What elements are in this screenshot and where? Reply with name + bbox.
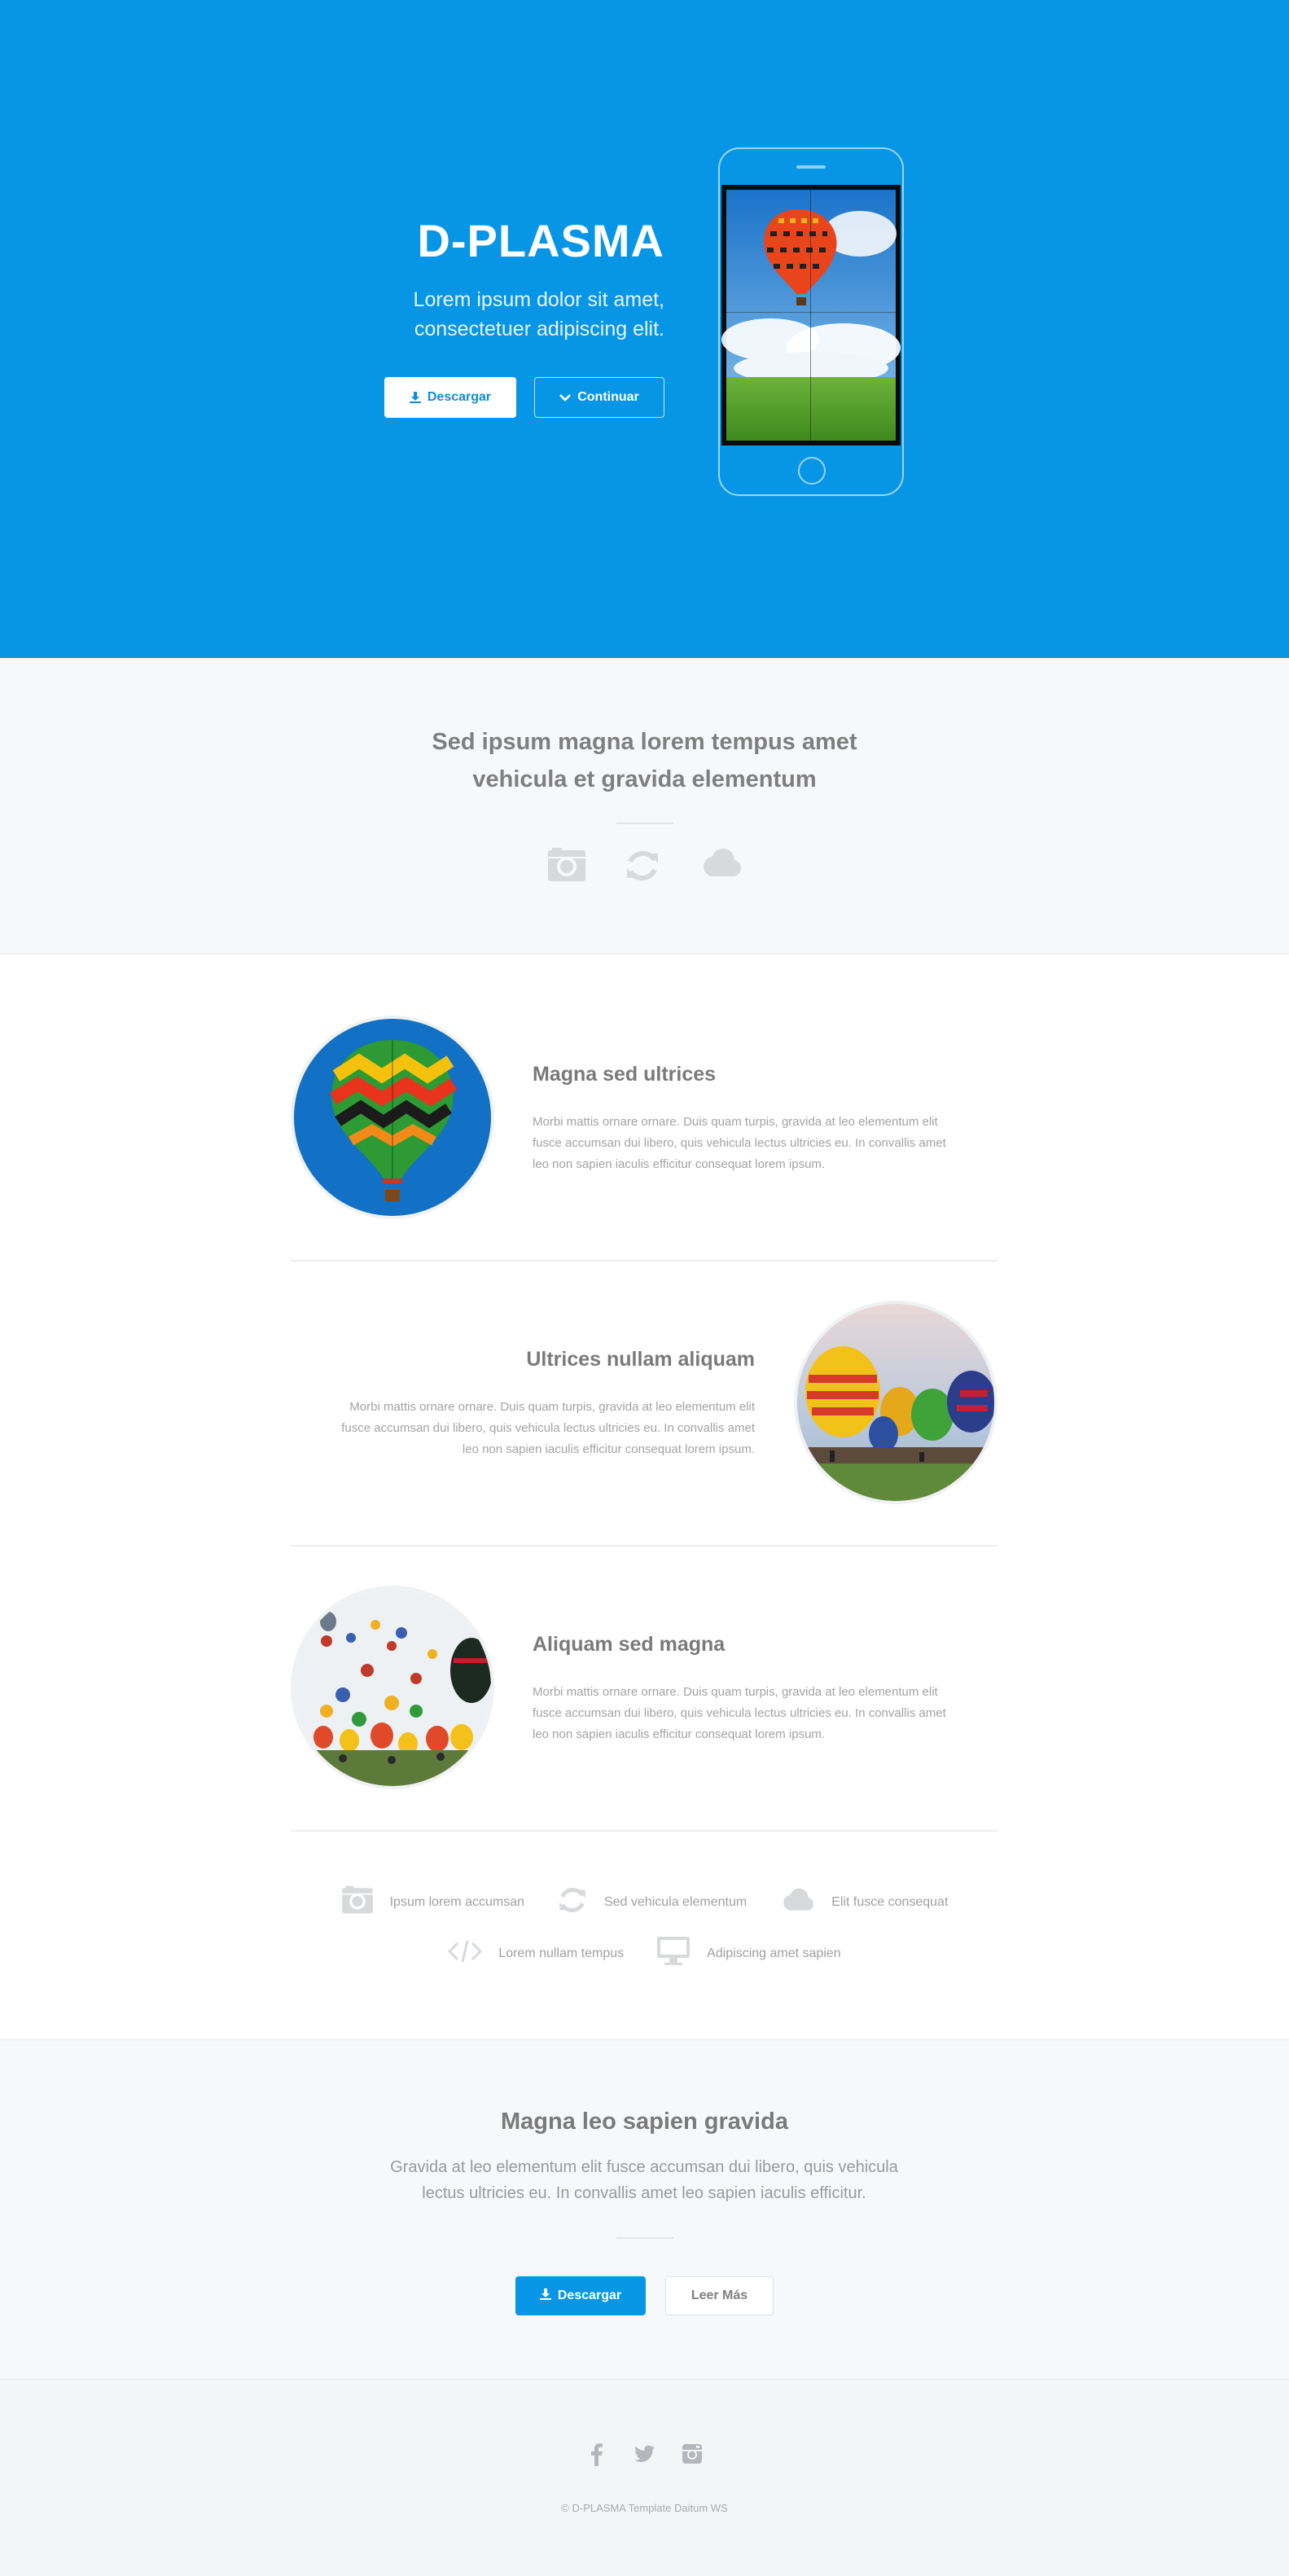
cta-body-line2: lectus ultricies eu. In convallis amet l…	[422, 2184, 866, 2202]
mini-feature-3: Elit fusce consequat	[779, 1887, 948, 1917]
feature-3-image	[291, 1586, 494, 1789]
feature-1-body-line1: Morbi mattis ornare ornare. Duis quam tu…	[533, 1115, 938, 1129]
intro-title-line2: vehicula et gravida elementum	[472, 766, 817, 792]
cta-title: Magna leo sapien gravida	[501, 2109, 788, 2135]
camera-icon	[547, 847, 586, 889]
feature-3-text: Aliquam sed magna Morbi mattis ornare or…	[533, 1631, 997, 1745]
hero-download-button[interactable]: Descargar	[384, 377, 516, 418]
hero-subtitle-line2: consectetuer adipiscing elit.	[414, 318, 664, 340]
feature-3: Aliquam sed magna Morbi mattis ornare or…	[291, 1586, 997, 1789]
phone-mockup	[718, 147, 904, 496]
feature-2-body: Morbi mattis ornare ornare. Duis quam tu…	[291, 1397, 755, 1460]
feature-3-body: Morbi mattis ornare ornare. Duis quam tu…	[533, 1682, 997, 1745]
cta-body: Gravida at leo elementum elit fusce accu…	[359, 2154, 929, 2206]
feature-2-body-line3: leo non sapien iaculis efficitur consequ…	[462, 1442, 755, 1456]
hero-buttons: Descargar Continuar	[384, 377, 664, 418]
feature-2-text: Ultrices nullam aliquam Morbi mattis orn…	[291, 1346, 755, 1460]
intro-icon-row	[0, 847, 1289, 889]
refresh-icon	[557, 1885, 588, 1920]
feature-1-title: Magna sed ultrices	[533, 1063, 717, 1086]
balloon-sky-image	[721, 190, 901, 441]
feature-1-body-line3: leo non sapien iaculis efficitur consequ…	[533, 1157, 826, 1171]
hero-subtitle-line1: Lorem ipsum dolor sit amet,	[413, 288, 664, 311]
feature-2-body-line1: Morbi mattis ornare ornare. Duis quam tu…	[349, 1400, 755, 1414]
balloon-image-1	[294, 1019, 491, 1216]
cta-divider	[616, 2237, 673, 2239]
feature-2: Ultrices nullam aliquam Morbi mattis orn…	[291, 1301, 997, 1504]
intro-title: Sed ipsum magna lorem tempus amet vehicu…	[0, 723, 1289, 798]
cta-section: Magna leo sapien gravida Gravida at leo …	[0, 2039, 1289, 2380]
feature-divider-2	[291, 1545, 997, 1547]
read-more-label: Leer Más	[691, 2289, 748, 2302]
feature-3-title: Aliquam sed magna	[533, 1633, 726, 1656]
hero-continue-label: Continuar	[577, 390, 639, 404]
feature-2-image	[794, 1301, 997, 1504]
balloon-image-2	[797, 1304, 994, 1501]
hero-subtitle: Lorem ipsum dolor sit amet, consectetuer…	[358, 285, 664, 344]
cloud-icon	[779, 1887, 815, 1917]
download-icon	[539, 2288, 551, 2304]
feature-divider-3	[291, 1830, 997, 1832]
hero-download-label: Descargar	[427, 390, 492, 404]
cta-download-label: Descargar	[557, 2289, 622, 2302]
feature-2-body-line2: fusce accumsan dui libero, quis vehicula…	[341, 1421, 755, 1435]
chevron-down-icon	[559, 393, 572, 402]
feature-1: Magna sed ultrices Morbi mattis ornare o…	[291, 1016, 997, 1219]
feature-1-image	[291, 1016, 494, 1219]
feature-1-body-line2: fusce accumsan dui libero, quis vehicula…	[533, 1136, 946, 1150]
phone-home-button	[798, 457, 826, 485]
feature-2-title: Ultrices nullam aliquam	[526, 1348, 755, 1371]
desktop-icon	[656, 1936, 691, 1971]
intro-divider	[616, 823, 673, 824]
mini-feature-3-label: Elit fusce consequat	[831, 1894, 949, 1909]
download-icon	[409, 392, 421, 403]
phone-screen	[721, 185, 901, 445]
mini-feature-2: Sed vehicula elementum	[557, 1885, 747, 1920]
mini-feature-2-label: Sed vehicula elementum	[603, 1894, 748, 1909]
hero-section: D-PLASMA Lorem ipsum dolor sit amet, con…	[0, 0, 1289, 658]
intro-section: Sed ipsum magna lorem tempus amet vehicu…	[0, 658, 1289, 954]
mini-features-row-2: Lorem nullam tempus Adipiscing amet sapi…	[0, 1936, 1289, 1971]
hero-title: D-PLASMA	[417, 215, 664, 266]
cta-download-button[interactable]: Descargar	[515, 2276, 646, 2315]
intro-title-line1: Sed ipsum magna lorem tempus amet	[432, 729, 857, 755]
copyright: © D-PLASMA Template Daitum WS	[561, 2502, 728, 2514]
hero-text: D-PLASMA Lorem ipsum dolor sit amet, con…	[358, 213, 664, 344]
code-icon	[448, 1939, 483, 1968]
feature-divider-1	[291, 1260, 997, 1262]
mini-feature-1: Ipsum lorem accumsan	[341, 1885, 524, 1919]
footer: © D-PLASMA Template Daitum WS	[0, 2380, 1289, 2576]
feature-1-body: Morbi mattis ornare ornare. Duis quam tu…	[533, 1112, 997, 1175]
twitter-icon[interactable]	[632, 2442, 656, 2470]
feature-1-text: Magna sed ultrices Morbi mattis ornare o…	[533, 1061, 997, 1175]
read-more-button[interactable]: Leer Más	[665, 2276, 774, 2315]
balloon-image-3	[294, 1589, 491, 1786]
mini-feature-1-label: Ipsum lorem accumsan	[389, 1894, 524, 1909]
cta-body-line1: Gravida at leo elementum elit fusce accu…	[390, 2158, 898, 2176]
mini-feature-4: Lorem nullam tempus	[448, 1939, 624, 1968]
feature-3-body-line3: leo non sapien iaculis efficitur consequ…	[533, 1727, 826, 1741]
cloud-icon	[699, 847, 743, 889]
mini-feature-4-label: Lorem nullam tempus	[498, 1946, 625, 1960]
social-links	[0, 2442, 1289, 2470]
instagram-icon[interactable]	[681, 2442, 704, 2470]
mini-feature-5: Adipiscing amet sapien	[656, 1936, 841, 1971]
camera-icon	[341, 1885, 374, 1919]
hero-continue-button[interactable]: Continuar	[534, 377, 664, 418]
feature-3-body-line1: Morbi mattis ornare ornare. Duis quam tu…	[533, 1685, 938, 1699]
mini-features-row-1: Ipsum lorem accumsan Sed vehicula elemen…	[0, 1885, 1289, 1920]
facebook-icon[interactable]	[586, 2442, 607, 2470]
phone-speaker	[796, 165, 826, 169]
refresh-icon	[624, 847, 661, 889]
feature-3-body-line2: fusce accumsan dui libero, quis vehicula…	[533, 1706, 946, 1720]
mini-feature-5-label: Adipiscing amet sapien	[707, 1946, 841, 1960]
